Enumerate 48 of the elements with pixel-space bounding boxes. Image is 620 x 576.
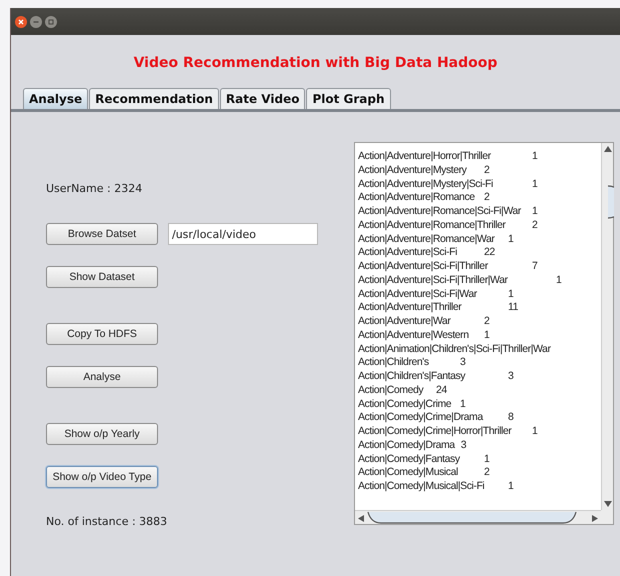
path-field[interactable]: /usr/local/video bbox=[168, 223, 318, 245]
instance-count-label: No. of instance : 3883 bbox=[46, 515, 168, 528]
close-button[interactable] bbox=[15, 16, 27, 28]
action-button[interactable]: Show Dataset bbox=[46, 266, 158, 288]
list-row[interactable]: Action|Adventure|Romance|Sci-Fi|War 1 bbox=[358, 205, 601, 219]
list-row[interactable]: Action|Children's 3 bbox=[358, 356, 601, 370]
username-label: UserName : 2324 bbox=[46, 182, 144, 195]
list-row[interactable]: Action|Comedy|Drama 3 bbox=[358, 438, 601, 452]
scroll-up-icon[interactable] bbox=[604, 146, 612, 152]
list-row[interactable]: Action|Adventure|Horror|Thriller 1 bbox=[358, 150, 601, 164]
tab[interactable]: Analyse bbox=[23, 88, 88, 109]
list-row[interactable]: Action|Adventure|Western 1 bbox=[358, 328, 601, 342]
list-row[interactable]: Action|Adventure|War 2 bbox=[358, 315, 601, 329]
list-row[interactable]: Action|Comedy|Musical 2 bbox=[358, 466, 601, 480]
action-button[interactable]: Show o/p Video Type bbox=[46, 466, 158, 488]
tab[interactable]: Recommendation bbox=[89, 88, 219, 109]
list-row[interactable]: Action|Adventure|Romance|War 1 bbox=[358, 232, 601, 246]
horizontal-scrollbar[interactable] bbox=[355, 510, 601, 524]
scroll-thumb-icon[interactable] bbox=[367, 511, 577, 524]
maximize-button[interactable] bbox=[45, 16, 57, 28]
list-row[interactable]: Action|Adventure|Sci-Fi|Thriller|War 1 bbox=[358, 274, 601, 288]
list-row[interactable]: Action|Adventure|Romance 2 bbox=[358, 191, 601, 205]
vertical-scrollbar[interactable] bbox=[601, 143, 613, 510]
action-button[interactable]: Copy To HDFS bbox=[46, 323, 158, 345]
action-button[interactable]: Browse Datset bbox=[46, 223, 158, 245]
list-row[interactable]: Action|Comedy|Crime|Drama 8 bbox=[358, 411, 601, 425]
app-title: Video Recommendation with Big Data Hadoop bbox=[134, 55, 498, 71]
scroll-left-icon[interactable] bbox=[358, 515, 364, 522]
list-row[interactable]: Action|Adventure|Romance|Thriller 2 bbox=[358, 218, 601, 232]
list-row[interactable]: Action|Comedy|Crime 1 bbox=[358, 398, 601, 412]
list-row[interactable]: Action|Comedy|Crime|Horror|Thriller 1 bbox=[358, 425, 601, 439]
list-row[interactable]: Action|Children's|Fantasy 3 bbox=[358, 370, 601, 384]
tab[interactable]: Rate Video bbox=[220, 88, 306, 109]
list-row[interactable]: Action|Adventure|Sci-Fi|Thriller 7 bbox=[358, 260, 601, 274]
list-row[interactable]: Action|Adventure|Mystery 2 bbox=[358, 164, 601, 178]
tab[interactable]: Plot Graph bbox=[306, 88, 391, 109]
list-row[interactable]: Action|Adventure|Sci-Fi 22 bbox=[358, 246, 601, 260]
scroll-right-icon[interactable] bbox=[592, 515, 598, 522]
list-row[interactable]: Action|Comedy 24 bbox=[358, 384, 601, 398]
action-button[interactable]: Analyse bbox=[46, 366, 158, 388]
list-row[interactable]: Action|Animation|Children's|Sci-Fi|Thriller|War bbox=[358, 342, 601, 356]
list-row[interactable]: Action|Comedy|Musical|Sci-Fi 1 bbox=[358, 480, 601, 494]
list-row[interactable]: Action|Adventure|Sci-Fi|War 1 bbox=[358, 288, 601, 302]
list-row[interactable]: Action|Comedy|Fantasy 1 bbox=[358, 452, 601, 466]
list-row[interactable]: Action|Adventure|Mystery|Sci-Fi 1 bbox=[358, 178, 601, 192]
action-button[interactable]: Show o/p Yearly bbox=[46, 423, 158, 445]
list-row[interactable]: Action|Adventure|Thriller 11 bbox=[358, 301, 601, 315]
scroll-down-icon[interactable] bbox=[604, 501, 612, 507]
